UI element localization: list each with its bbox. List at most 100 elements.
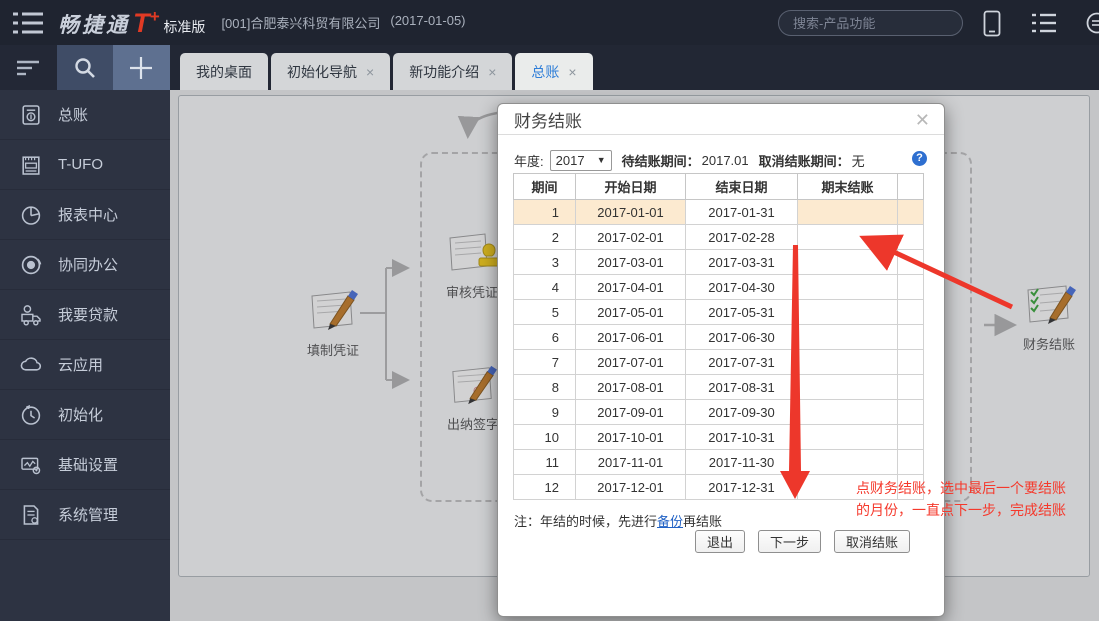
exit-button[interactable]: 退出: [694, 530, 745, 553]
cancel-closing-button[interactable]: 取消结账: [833, 530, 910, 553]
period-row[interactable]: 6 2017-06-01 2017-06-30: [513, 324, 924, 350]
period-cell-start: 2017-12-01: [575, 474, 686, 500]
period-cell-end: 2017-09-30: [685, 399, 798, 425]
period-cell-end: 2017-12-31: [685, 474, 798, 500]
system-management-icon: [18, 502, 44, 528]
account-name: [001]合肥泰兴科贸有限公司: [221, 16, 381, 31]
basic-settings-icon: [18, 452, 44, 478]
sidebar-item-loan[interactable]: 我要贷款: [0, 290, 170, 340]
help-icon[interactable]: [912, 151, 927, 166]
period-cell-start: 2017-11-01: [575, 449, 686, 475]
sidebar-item-label: 报表中心: [58, 207, 119, 224]
loan-truck-icon: [18, 302, 44, 328]
mobile-icon[interactable]: [983, 10, 1001, 37]
sidebar-item-report-center[interactable]: 报表中心: [0, 190, 170, 240]
logo-brand-text: 畅捷通: [58, 13, 130, 37]
col-header-start: 开始日期: [575, 173, 686, 200]
task-list-icon[interactable]: [1031, 12, 1057, 34]
period-cell-end: 2017-11-30: [685, 449, 798, 475]
tab-close-icon[interactable]: ×: [366, 64, 374, 80]
account-info: [001]合肥泰兴科贸有限公司 (2017-01-05): [221, 13, 465, 32]
sidebar-item-general-ledger[interactable]: 总账: [0, 90, 170, 140]
period-cell-period: 9: [513, 399, 576, 425]
backup-link[interactable]: 备份: [657, 514, 683, 529]
sidebar-item-basic-settings[interactable]: 基础设置: [0, 440, 170, 490]
dialog-buttons: 退出 下一步 取消结账: [498, 530, 944, 553]
tab-new-features[interactable]: 新功能介绍 ×: [393, 53, 513, 90]
period-cell-filler: [897, 249, 924, 275]
period-cell-filler: [897, 299, 924, 325]
tab-init-navigation[interactable]: 初始化导航 ×: [271, 53, 391, 90]
period-cell-closed: [797, 424, 898, 450]
period-row[interactable]: 4 2017-04-01 2017-04-30: [513, 274, 924, 300]
period-cell-period: 12: [513, 474, 576, 500]
period-row[interactable]: 3 2017-03-01 2017-03-31: [513, 249, 924, 275]
tab-my-desktop[interactable]: 我的桌面: [180, 53, 268, 90]
period-cell-period: 4: [513, 274, 576, 300]
period-cell-end: 2017-05-31: [685, 299, 798, 325]
hamburger-icon[interactable]: [12, 11, 44, 35]
sidebar-item-label: 初始化: [58, 407, 104, 424]
backup-note: 注：年结的时候，先进行备份再结账: [514, 511, 722, 530]
period-row[interactable]: 10 2017-10-01 2017-10-31: [513, 424, 924, 450]
period-row[interactable]: 1 2017-01-01 2017-01-31: [513, 199, 924, 225]
tab-general-ledger[interactable]: 总账 ×: [515, 53, 593, 90]
period-cell-filler: [897, 349, 924, 375]
search-input[interactable]: [779, 15, 973, 31]
sidebar-item-tufo[interactable]: T-UFO: [0, 140, 170, 190]
sidebar-item-cloud-apps[interactable]: 云应用: [0, 340, 170, 390]
period-row[interactable]: 8 2017-08-01 2017-08-31: [513, 374, 924, 400]
period-cell-end: 2017-08-31: [685, 374, 798, 400]
dialog-controls: 年度: 2017 ▼ 待结账期间： 2017.01 取消结账期间： 无: [514, 148, 865, 172]
annotation-text-line1: 点财务结账，选中最后一个要结账: [856, 480, 1066, 496]
plus-icon[interactable]: [113, 45, 170, 90]
period-cell-end: 2017-01-31: [685, 199, 798, 225]
cloud-app-icon: [18, 352, 44, 378]
period-cell-closed: [797, 249, 898, 275]
period-cell-start: 2017-08-01: [575, 374, 686, 400]
sidebar-item-collaboration[interactable]: 协同办公: [0, 240, 170, 290]
sidebar-item-label: 我要贷款: [58, 307, 119, 324]
period-cell-period: 3: [513, 249, 576, 275]
sidebar-item-system-management[interactable]: 系统管理: [0, 490, 170, 540]
account-date: (2017-01-05): [390, 13, 466, 28]
year-label: 年度:: [514, 153, 544, 169]
period-cell-period: 2: [513, 224, 576, 250]
tab-close-icon[interactable]: ×: [488, 64, 496, 80]
period-row[interactable]: 11 2017-11-01 2017-11-30: [513, 449, 924, 475]
period-row[interactable]: 9 2017-09-01 2017-09-30: [513, 399, 924, 425]
pending-period-label: 待结账期间：: [621, 153, 700, 169]
period-cell-start: 2017-06-01: [575, 324, 686, 350]
note-suffix: 再结账: [683, 514, 723, 529]
collaboration-icon: [18, 252, 44, 278]
period-cell-start: 2017-07-01: [575, 349, 686, 375]
next-step-button[interactable]: 下一步: [757, 530, 821, 553]
period-cell-closed: [797, 324, 898, 350]
logo-product-text: T+: [133, 6, 160, 38]
period-cell-closed: [797, 199, 898, 225]
chat-icon[interactable]: [1084, 12, 1099, 36]
period-cell-start: 2017-01-01: [575, 199, 686, 225]
col-header-filler: [897, 173, 924, 200]
close-icon[interactable]: ✕: [915, 110, 930, 131]
sidebar-item-initialization[interactable]: 初始化: [0, 390, 170, 440]
tab-close-icon[interactable]: ×: [568, 64, 576, 80]
dialog-title: 财务结账: [514, 111, 582, 131]
period-cell-period: 10: [513, 424, 576, 450]
period-cell-closed: [797, 449, 898, 475]
search-icon[interactable]: [56, 45, 114, 90]
col-header-period: 期间: [513, 173, 576, 200]
col-header-closed: 期末结账: [797, 173, 898, 200]
period-row[interactable]: 7 2017-07-01 2017-07-31: [513, 349, 924, 375]
cancel-period-label: 取消结账期间：: [758, 153, 850, 169]
period-cell-closed: [797, 374, 898, 400]
period-cell-end: 2017-02-28: [685, 224, 798, 250]
filter-bars-icon[interactable]: [0, 45, 57, 90]
period-row[interactable]: 5 2017-05-01 2017-05-31: [513, 299, 924, 325]
app-logo: 畅捷通 T+ 标准版: [58, 7, 205, 39]
period-cell-end: 2017-07-31: [685, 349, 798, 375]
period-cell-filler: [897, 449, 924, 475]
period-cell-end: 2017-03-31: [685, 249, 798, 275]
year-select[interactable]: 2017 ▼: [549, 149, 612, 171]
period-row[interactable]: 2 2017-02-01 2017-02-28: [513, 224, 924, 250]
